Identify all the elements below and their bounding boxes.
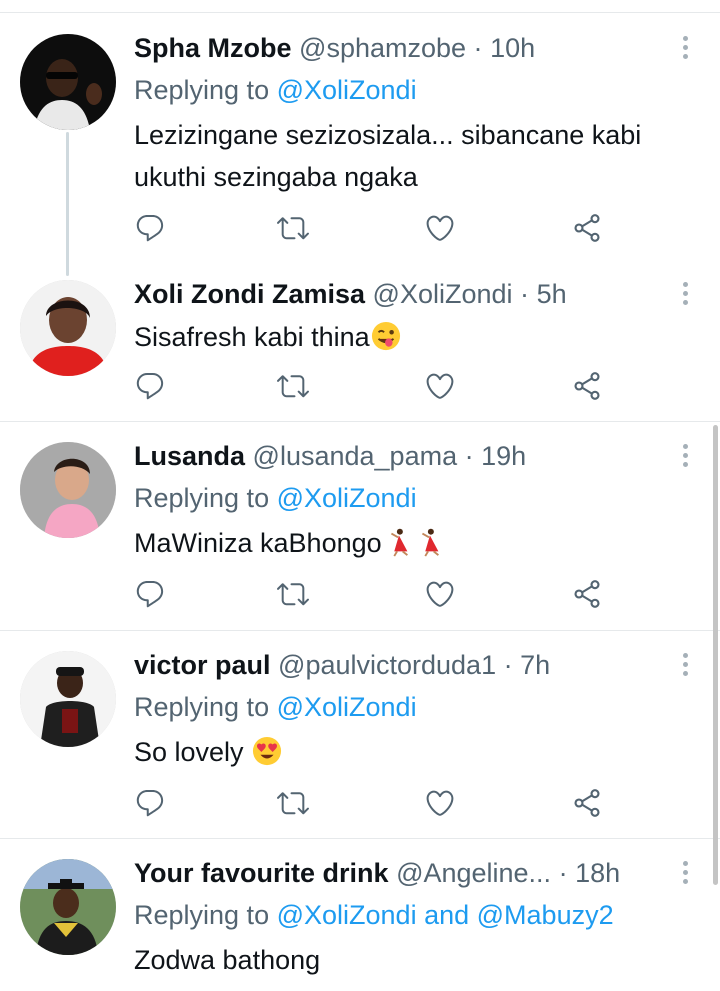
dancer-emoji (390, 528, 408, 557)
separator-dot: · (558, 858, 568, 888)
retweet-icon[interactable] (277, 212, 309, 244)
winking-tongue-emoji (371, 321, 400, 351)
avatar[interactable] (20, 859, 116, 955)
reply-icon[interactable] (134, 787, 166, 819)
share-icon[interactable] (571, 787, 603, 819)
tweet-text-line: ukuthi sezingaba ngaka (134, 162, 418, 192)
tweet-header: Your favourite drink @Angeline... · 18h (134, 855, 620, 891)
replying-to: Replying to @XoliZondi (134, 480, 417, 516)
mention-link[interactable]: @XoliZondi (277, 692, 417, 722)
user-handle[interactable]: @lusanda_pama (253, 441, 458, 471)
avatar[interactable] (20, 280, 116, 376)
avatar[interactable] (20, 442, 116, 538)
tweet-text-line: Lezizingane sezizosizala... sibancane ka… (134, 120, 642, 150)
heart-eyes-emoji (253, 736, 282, 766)
replying-prefix: Replying to (134, 483, 277, 513)
tweet-text-line: Zodwa bathong (134, 945, 321, 975)
retweet-icon[interactable] (277, 787, 309, 819)
display-name[interactable]: Xoli Zondi Zamisa (134, 279, 365, 309)
replying-and: and (416, 900, 477, 930)
more-icon[interactable] (676, 653, 694, 679)
avatar[interactable] (20, 651, 116, 747)
replying-to: Replying to @XoliZondi (134, 689, 417, 725)
tweet-text-line: MaWiniza kaBhongo (134, 528, 382, 558)
tweet-actions (134, 578, 614, 610)
tweet-text-line: So lovely (134, 737, 244, 767)
retweet-icon[interactable] (277, 578, 309, 610)
reply-icon[interactable] (134, 212, 166, 244)
top-divider (0, 12, 720, 13)
reply-icon[interactable] (134, 370, 166, 402)
timestamp[interactable]: 18h (575, 858, 620, 888)
tweet-text: Sisafresh kabi thina (134, 316, 704, 358)
more-icon[interactable] (676, 282, 694, 308)
timestamp[interactable]: 7h (520, 650, 550, 680)
tweet-actions (134, 212, 614, 244)
display-name[interactable]: Spha Mzobe (134, 33, 292, 63)
replying-to: Replying to @XoliZondi and @Mabuzy2 (134, 897, 614, 933)
tweet-text: So lovely (134, 731, 704, 773)
share-icon[interactable] (571, 578, 603, 610)
separator-dot: · (503, 650, 513, 680)
more-icon[interactable] (676, 36, 694, 62)
retweet-icon[interactable] (277, 370, 309, 402)
replying-prefix: Replying to (134, 900, 277, 930)
replying-to: Replying to @XoliZondi (134, 72, 417, 108)
scrollbar[interactable] (713, 425, 718, 885)
avatar-image (20, 34, 116, 130)
tweet-text: Zodwa bathong (134, 939, 704, 981)
replying-prefix: Replying to (134, 692, 277, 722)
separator-dot: · (520, 279, 530, 309)
user-handle[interactable]: @Angeline... (396, 858, 551, 888)
mention-link[interactable]: @XoliZondi (277, 75, 417, 105)
mention-link[interactable]: @XoliZondi (277, 900, 417, 930)
mention-link[interactable]: @XoliZondi (277, 483, 417, 513)
tweet-actions (134, 787, 614, 819)
tweet-divider (0, 630, 720, 631)
tweet-divider (0, 421, 720, 422)
reply-icon[interactable] (134, 578, 166, 610)
avatar-image (20, 859, 116, 955)
timestamp[interactable]: 19h (481, 441, 526, 471)
like-icon[interactable] (424, 578, 456, 610)
avatar[interactable] (20, 34, 116, 130)
tweet-header: Xoli Zondi Zamisa @XoliZondi · 5h (134, 276, 567, 312)
tweet-actions (134, 370, 614, 402)
tweet-text: Lezizingane sezizosizala... sibancane ka… (134, 114, 704, 198)
thread-connector (66, 132, 69, 276)
separator-dot: · (464, 441, 474, 471)
like-icon[interactable] (424, 370, 456, 402)
avatar-image (20, 442, 116, 538)
share-icon[interactable] (571, 212, 603, 244)
tweet-header: Lusanda @lusanda_pama · 19h (134, 438, 526, 474)
display-name[interactable]: victor paul (134, 650, 271, 680)
more-icon[interactable] (676, 861, 694, 887)
display-name[interactable]: Lusanda (134, 441, 245, 471)
replying-prefix: Replying to (134, 75, 277, 105)
avatar-image (20, 280, 116, 376)
avatar-image (20, 651, 116, 747)
tweet-text: MaWiniza kaBhongo (134, 522, 704, 564)
timestamp[interactable]: 10h (490, 33, 535, 63)
tweet-text-line: Sisafresh kabi thina (134, 322, 370, 352)
separator-dot: · (473, 33, 483, 63)
like-icon[interactable] (424, 787, 456, 819)
more-icon[interactable] (676, 444, 694, 470)
tweet-header: Spha Mzobe @sphamzobe · 10h (134, 30, 535, 66)
tweet-divider (0, 838, 720, 839)
like-icon[interactable] (424, 212, 456, 244)
display-name[interactable]: Your favourite drink (134, 858, 389, 888)
user-handle[interactable]: @XoliZondi (373, 279, 513, 309)
timestamp[interactable]: 5h (537, 279, 567, 309)
user-handle[interactable]: @paulvictorduda1 (278, 650, 496, 680)
dancer-emoji (421, 528, 439, 557)
tweet-header: victor paul @paulvictorduda1 · 7h (134, 647, 550, 683)
share-icon[interactable] (571, 370, 603, 402)
mention-link[interactable]: @Mabuzy2 (477, 900, 614, 930)
user-handle[interactable]: @sphamzobe (299, 33, 466, 63)
